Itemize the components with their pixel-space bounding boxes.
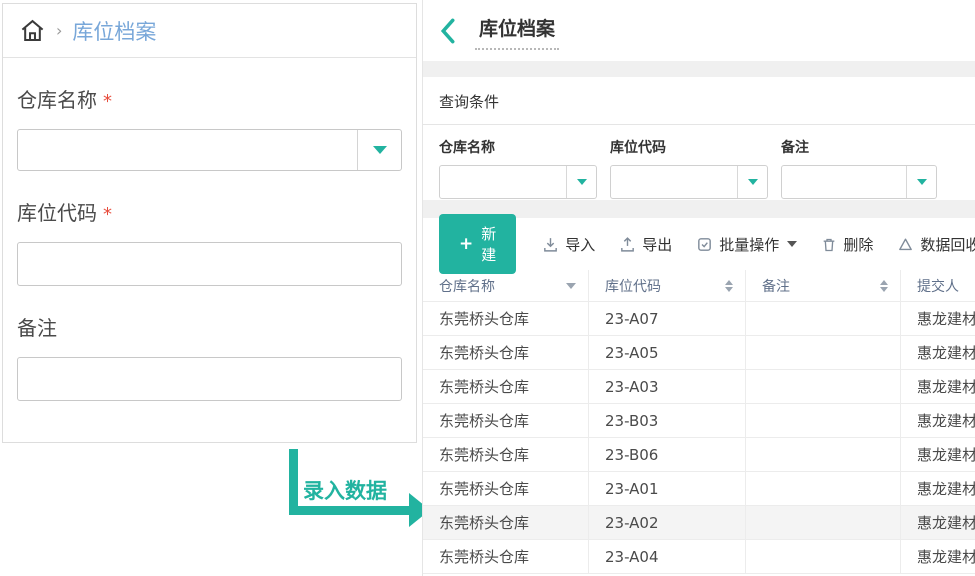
remark-input[interactable]: [17, 357, 402, 401]
toolbar: + 新建 导入 导出 批量操作: [423, 218, 975, 270]
bin-code-label: 库位代码*: [17, 197, 402, 226]
column-header-remark[interactable]: 备注: [746, 270, 901, 301]
import-icon: [542, 236, 559, 253]
filters-row: 仓库名称 库位代码 备注: [423, 125, 975, 199]
chevron-down-icon: [917, 179, 927, 185]
breadcrumb: › 库位档案: [3, 4, 416, 58]
bin-location-table: 仓库名称 库位代码 备注 提交人 东莞桥头仓库 23-A07: [423, 270, 975, 574]
chevron-left-icon: [443, 20, 452, 41]
warehouse-name-label: 仓库名称*: [17, 84, 402, 113]
filter-remark: 备注: [781, 137, 937, 199]
column-header-warehouse[interactable]: 仓库名称: [423, 270, 589, 301]
filter-warehouse: 仓库名称: [439, 137, 597, 199]
chevron-down-icon: [748, 179, 758, 185]
trash-icon: [821, 236, 837, 253]
annotation-text: 录入数据: [303, 475, 387, 505]
table-row[interactable]: 东莞桥头仓库 23-B03 惠龙建材: [423, 404, 975, 438]
back-button[interactable]: [437, 18, 459, 44]
required-asterisk: *: [103, 204, 112, 225]
list-header: 库位档案: [423, 0, 975, 61]
chevron-down-icon: [577, 179, 587, 185]
annotation-arrow-horizontal: [289, 506, 411, 515]
table-header-row: 仓库名称 库位代码 备注 提交人: [423, 270, 975, 302]
table-row[interactable]: 东莞桥头仓库 23-A03 惠龙建材: [423, 370, 975, 404]
chevron-down-icon: [787, 241, 797, 247]
bin-location-list-panel: 库位档案 查询条件 仓库名称 库位代码: [422, 0, 975, 576]
filter-remark-select[interactable]: [781, 165, 937, 199]
recycle-bin-button[interactable]: 数据回收站: [897, 234, 975, 255]
sort-desc-icon[interactable]: [566, 283, 576, 289]
sort-icon[interactable]: [725, 280, 733, 292]
export-button[interactable]: 导出: [619, 234, 672, 255]
delete-button[interactable]: 删除: [821, 234, 873, 255]
query-title: 查询条件: [423, 77, 975, 125]
bin-code-input[interactable]: [17, 242, 402, 286]
filter-warehouse-select[interactable]: [439, 165, 597, 199]
breadcrumb-separator: ›: [56, 21, 62, 40]
chevron-down-icon: [373, 146, 387, 154]
batch-actions-button[interactable]: 批量操作: [696, 234, 797, 255]
list-title: 库位档案: [475, 12, 559, 50]
table-row[interactable]: 东莞桥头仓库 23-A07 惠龙建材: [423, 302, 975, 336]
table-row[interactable]: 东莞桥头仓库 23-B06 惠龙建材: [423, 438, 975, 472]
breadcrumb-current: 库位档案: [72, 16, 156, 46]
new-button[interactable]: + 新建: [439, 214, 516, 274]
table-row[interactable]: 东莞桥头仓库 23-A02 惠龙建材: [423, 506, 975, 540]
divider-band: [423, 61, 975, 77]
filter-bin-code: 库位代码: [610, 137, 768, 199]
home-icon[interactable]: [19, 17, 46, 44]
remark-label: 备注: [17, 312, 402, 341]
table-row[interactable]: 东莞桥头仓库 23-A01 惠龙建材: [423, 472, 975, 506]
query-section: 查询条件 仓库名称 库位代码 备注: [423, 77, 975, 200]
column-header-bin-code[interactable]: 库位代码: [589, 270, 746, 301]
recycle-icon: [897, 236, 914, 253]
required-asterisk: *: [103, 91, 112, 112]
bin-location-form-card: › 库位档案 仓库名称* 库位代码* 备注: [2, 3, 417, 443]
plus-icon: +: [459, 236, 473, 253]
export-icon: [619, 236, 636, 253]
page: › 库位档案 仓库名称* 库位代码* 备注 录入数据: [0, 0, 975, 576]
table-row[interactable]: 东莞桥头仓库 23-A05 惠龙建材: [423, 336, 975, 370]
form-area: 仓库名称* 库位代码* 备注: [3, 58, 416, 427]
table-row[interactable]: 东莞桥头仓库 23-A04 惠龙建材: [423, 540, 975, 574]
warehouse-select-arrow[interactable]: [357, 130, 401, 170]
filter-select-arrow[interactable]: [737, 166, 767, 198]
warehouse-name-select[interactable]: [17, 129, 402, 171]
import-button[interactable]: 导入: [542, 234, 595, 255]
filter-select-arrow[interactable]: [566, 166, 596, 198]
column-header-submitter[interactable]: 提交人: [901, 270, 975, 301]
filter-select-arrow[interactable]: [906, 166, 936, 198]
batch-check-icon: [696, 236, 713, 253]
filter-bin-code-select[interactable]: [610, 165, 768, 199]
sort-icon[interactable]: [880, 280, 888, 292]
